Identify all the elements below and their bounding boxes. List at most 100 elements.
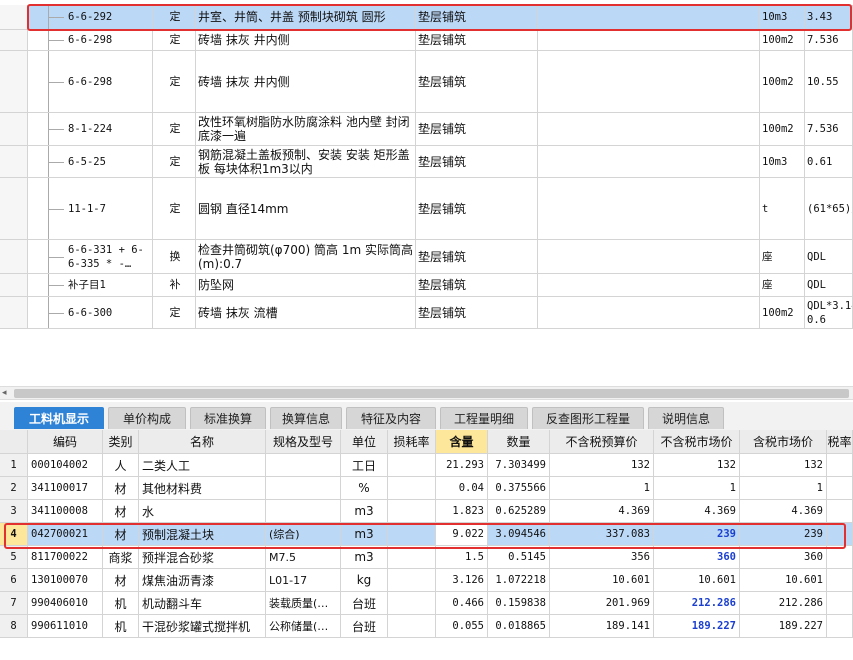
header-n[interactable] [0, 430, 28, 453]
resource-cell-tax[interactable] [827, 477, 853, 499]
quota-cell-category[interactable]: 垫层铺筑 [416, 240, 538, 273]
quota-cell-code[interactable]: 6-6-292 [28, 5, 153, 29]
resource-row[interactable]: 4 042700021 材预制混凝土块 (综合) m3 9.022 3.094546 337.… [0, 523, 853, 546]
quota-cell-unit[interactable]: 10m3 [760, 5, 805, 29]
quota-cell-name[interactable]: 钢筋混凝土盖板预制、安装 安装 矩形盖板 每块体积1m3以内 [196, 146, 416, 177]
quota-cell-code[interactable]: 11-1-7 [28, 178, 153, 239]
quota-cell-unit[interactable]: 100m2 [760, 51, 805, 112]
resource-cell-code[interactable]: 042700021 [28, 523, 103, 545]
resource-cell-loss[interactable] [388, 546, 436, 568]
resource-cell-code[interactable]: 341100017 [28, 477, 103, 499]
quota-cell-category[interactable]: 垫层铺筑 [416, 274, 538, 296]
quota-cell-category[interactable]: 垫层铺筑 [416, 5, 538, 29]
resource-cell-type[interactable]: 材 [103, 569, 139, 591]
header-budget[interactable]: 不含税预算价 [550, 430, 654, 453]
tab-6[interactable]: 工程量明细 [440, 407, 528, 429]
resource-cell-type[interactable]: 机 [103, 615, 139, 637]
quota-cell-qty[interactable]: 3.43 [805, 5, 853, 29]
resource-cell-unit[interactable]: 台班 [341, 592, 388, 614]
resource-cell-type[interactable]: 材 [103, 500, 139, 522]
resource-cell-code[interactable]: 811700022 [28, 546, 103, 568]
quota-cell-qty[interactable]: 7.536 [805, 113, 853, 145]
resource-cell-qty[interactable]: 3.094546 [488, 523, 550, 545]
resource-cell-budget[interactable]: 4.369 [550, 500, 654, 522]
header-unit[interactable]: 单位 [341, 430, 388, 453]
quota-cell-qty[interactable]: 0.61 [805, 146, 853, 177]
quota-cell-category[interactable]: 垫层铺筑 [416, 146, 538, 177]
resource-cell-qty[interactable]: 7.303499 [488, 454, 550, 476]
quota-cell-qty[interactable]: QDL*3.14 0.6 [805, 297, 853, 328]
resource-cell-spec[interactable]: 装载质量(… [266, 592, 341, 614]
quota-cell-category[interactable]: 垫层铺筑 [416, 51, 538, 112]
quota-cell-type[interactable]: 定 [153, 5, 196, 29]
resource-cell-budget[interactable]: 337.083 [550, 523, 654, 545]
quota-cell-code[interactable]: 补子目1 [28, 274, 153, 296]
horizontal-scrollbar[interactable]: ◂ [0, 386, 853, 400]
quota-cell-unit[interactable]: 座 [760, 274, 805, 296]
resource-row[interactable]: 6 130100070 材煤焦油沥青漆 L01-17 kg 3.126 1.072218 10… [0, 569, 853, 592]
resource-row[interactable]: 5 811700022 商浆 预拌混合砂浆 M7.5 m3 1.5 0.5145 356 360 3… [0, 546, 853, 569]
quota-row[interactable]: 6-6-298 定 砖墙 抹灰 井内侧 垫层铺筑 100m2 7.536 [0, 30, 853, 51]
quota-cell-name[interactable]: 砖墙 抹灰 井内侧 [196, 30, 416, 50]
quota-row[interactable]: 6-6-298 定 砖墙 抹灰 井内侧 垫层铺筑 100m2 10.55 [0, 51, 853, 113]
resource-cell-spec[interactable] [266, 500, 341, 522]
quota-cell-unit[interactable]: 100m2 [760, 30, 805, 50]
resource-cell-spec[interactable]: M7.5 [266, 546, 341, 568]
quota-row[interactable]: 6-6-331 + 6-6-335 * -… 换 检查井筒砌筑(φ700) 筒高 1… [0, 240, 853, 274]
resource-cell-budget[interactable]: 132 [550, 454, 654, 476]
header-tax[interactable]: 税率 [827, 430, 853, 453]
scrollbar-thumb[interactable] [14, 389, 849, 398]
quota-cell-unit[interactable]: t [760, 178, 805, 239]
resource-cell-market[interactable]: 10.601 [654, 569, 740, 591]
resource-cell-spec[interactable]: (综合) [266, 523, 341, 545]
resource-cell-tax[interactable] [827, 500, 853, 522]
resource-cell-loss[interactable] [388, 454, 436, 476]
quota-cell-code[interactable]: 6-5-25 [28, 146, 153, 177]
resource-cell-name[interactable]: 预拌混合砂浆 [139, 546, 266, 568]
resource-cell-qty[interactable]: 0.375566 [488, 477, 550, 499]
resource-cell-type[interactable]: 机 [103, 592, 139, 614]
quota-cell-name[interactable]: 改性环氧树脂防水防腐涂料 池内壁 封闭底漆一遍 [196, 113, 416, 145]
quota-cell-code[interactable]: 6-6-298 [28, 30, 153, 50]
resource-cell-spec[interactable]: L01-17 [266, 569, 341, 591]
resource-cell-content[interactable]: 0.055 [436, 615, 488, 637]
header-market[interactable]: 不含税市场价 [654, 430, 740, 453]
resource-row[interactable]: 2 341100017 材其他材料费% 0.04 0.375566 1 1 1 [0, 477, 853, 500]
resource-cell-name[interactable]: 煤焦油沥青漆 [139, 569, 266, 591]
quota-cell-unit[interactable]: 100m2 [760, 297, 805, 328]
quota-cell-type[interactable]: 补 [153, 274, 196, 296]
quota-cell-name[interactable]: 砖墙 抹灰 流槽 [196, 297, 416, 328]
quota-row[interactable]: 补子目1 补 防坠网 垫层铺筑 座 QDL [0, 274, 853, 297]
resource-cell-budget[interactable]: 10.601 [550, 569, 654, 591]
resource-cell-content[interactable]: 3.126 [436, 569, 488, 591]
resource-cell-unit[interactable]: m3 [341, 500, 388, 522]
quota-cell-qty[interactable]: QDL [805, 240, 853, 273]
quota-cell-type[interactable]: 定 [153, 113, 196, 145]
resource-cell-content[interactable]: 0.466 [436, 592, 488, 614]
tab-3[interactable]: 标准换算 [190, 407, 266, 429]
quota-cell-name[interactable]: 防坠网 [196, 274, 416, 296]
quota-cell-category[interactable]: 垫层铺筑 [416, 178, 538, 239]
resource-cell-tax[interactable] [827, 592, 853, 614]
resource-cell-market_tax[interactable]: 10.601 [740, 569, 827, 591]
resource-cell-content[interactable]: 21.293 [436, 454, 488, 476]
resource-cell-name[interactable]: 水 [139, 500, 266, 522]
quota-cell-name[interactable]: 井室、井筒、井盖 预制块砌筑 圆形 [196, 5, 416, 29]
quota-row[interactable]: 6-6-300 定 砖墙 抹灰 流槽 垫层铺筑 100m2 QDL*3.14 0.6 [0, 297, 853, 329]
resource-cell-unit[interactable]: m3 [341, 523, 388, 545]
quota-cell-category[interactable]: 垫层铺筑 [416, 113, 538, 145]
header-type[interactable]: 类别 [103, 430, 139, 453]
quota-cell-code[interactable]: 6-6-300 [28, 297, 153, 328]
resource-cell-type[interactable]: 商浆 [103, 546, 139, 568]
header-content[interactable]: 含量 [436, 430, 488, 453]
resource-cell-unit[interactable]: m3 [341, 546, 388, 568]
header-market_tax[interactable]: 含税市场价 [740, 430, 827, 453]
quota-cell-type[interactable]: 定 [153, 51, 196, 112]
quota-cell-code[interactable]: 6-6-331 + 6-6-335 * -… [28, 240, 153, 273]
quota-cell-qty[interactable]: (61*65)/ [805, 178, 853, 239]
header-code[interactable]: 编码 [28, 430, 103, 453]
resource-row[interactable]: 3 341100008 材水 m3 1.823 0.625289 4.369 4.369 4.3… [0, 500, 853, 523]
quota-cell-type[interactable]: 定 [153, 30, 196, 50]
resource-cell-market_tax[interactable]: 239 [740, 523, 827, 545]
tab-5[interactable]: 特征及内容 [346, 407, 436, 429]
